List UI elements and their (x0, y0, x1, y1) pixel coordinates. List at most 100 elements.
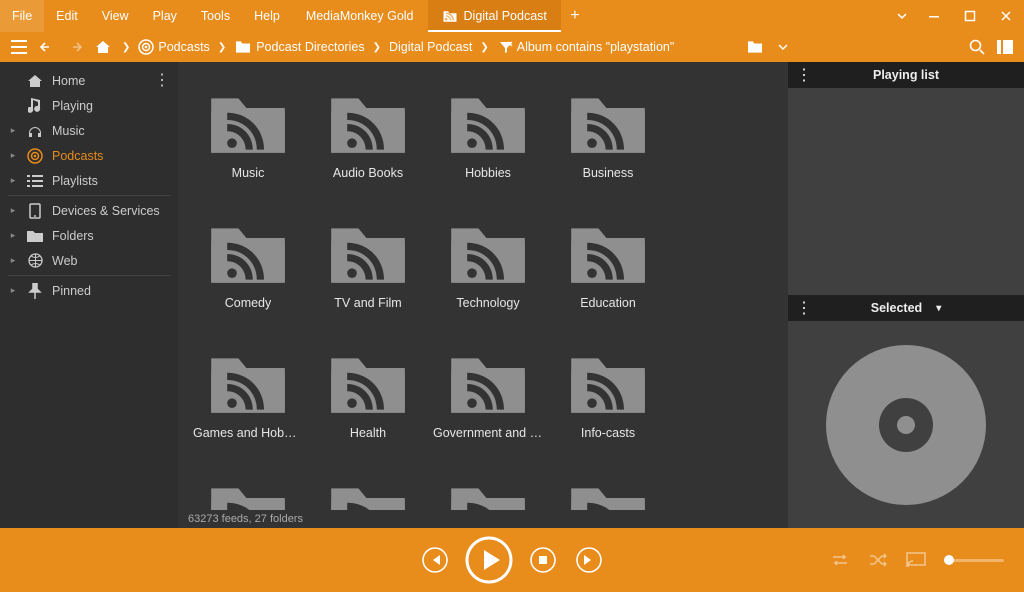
folder-nav-icon[interactable] (744, 36, 766, 58)
category-label: Games and Hobbies (193, 426, 303, 440)
home-icon[interactable] (92, 36, 114, 58)
right-panel: ⋮ Playing list ⋮ Selected ▾ (788, 62, 1024, 528)
category-erotica[interactable]: Erotica (428, 468, 548, 510)
maximize-button[interactable] (952, 0, 988, 32)
folder-rss-icon (568, 482, 648, 510)
player-bar (0, 528, 1024, 592)
sidebar-item-label: Web (52, 254, 77, 268)
menu-view[interactable]: View (90, 0, 141, 32)
breadcrumb-directories[interactable]: Podcast Directories (234, 40, 364, 54)
toolbar: ❯ Podcasts ❯ Podcast Directories ❯ Digit… (0, 32, 1024, 62)
play-button[interactable] (464, 535, 514, 585)
next-track-button[interactable] (572, 543, 606, 577)
category-tv-and-film[interactable]: TV and Film (308, 208, 428, 338)
category-health[interactable]: Health (308, 338, 428, 468)
folder-rss-icon (448, 482, 528, 510)
sidebar-item-pinned[interactable]: ▸Pinned (0, 278, 178, 303)
cast-icon[interactable] (906, 552, 926, 568)
sidebar-item-music[interactable]: ▸ Music (0, 118, 178, 143)
playing-list-header[interactable]: ⋮ Playing list (788, 62, 1024, 88)
category-comedy[interactable]: Comedy (188, 208, 308, 338)
category-religion-and-spirituality[interactable]: Religion and Spirituality (308, 468, 428, 510)
folder-icon (26, 230, 44, 242)
sidebar-item-podcasts[interactable]: ▸ Podcasts (0, 143, 178, 168)
category-audio-books[interactable]: Audio Books (308, 78, 428, 208)
folder-rss-icon (448, 222, 528, 286)
selected-header[interactable]: ⋮ Selected ▾ (788, 295, 1024, 321)
panel-menu-icon[interactable]: ⋮ (796, 298, 812, 318)
sidebar-item-folders[interactable]: ▸Folders (0, 223, 178, 248)
category-item-[interactable] (548, 468, 668, 510)
sidebar-item-label: Podcasts (52, 149, 103, 163)
folder-rss-icon (568, 352, 648, 416)
expand-icon: ▸ (8, 125, 18, 136)
folder-rss-icon (448, 92, 528, 156)
category-business[interactable]: Business (548, 78, 668, 208)
note-icon (26, 98, 44, 114)
sidebar-item-web[interactable]: ▸ Web (0, 248, 178, 273)
category-hobbies[interactable]: Hobbies (428, 78, 548, 208)
sidebar-menu-icon[interactable]: ⋮ (154, 70, 170, 90)
expand-icon: ▸ (8, 150, 18, 161)
category-games-and-hobbies[interactable]: Games and Hobbies (188, 338, 308, 468)
folder-rss-icon (208, 92, 288, 156)
category-label: Health (350, 426, 386, 440)
category-radio[interactable]: Radio (188, 468, 308, 510)
category-label: Hobbies (465, 166, 511, 180)
redo-icon[interactable] (64, 36, 86, 58)
new-tab-button[interactable]: + (561, 7, 589, 25)
folder-rss-icon (328, 482, 408, 510)
folder-rss-icon (208, 352, 288, 416)
minimize-button[interactable] (916, 0, 952, 32)
menu-play[interactable]: Play (141, 0, 189, 32)
repeat-icon[interactable] (830, 552, 850, 568)
layout-toggle-icon[interactable] (994, 36, 1016, 58)
category-government-and-organizations[interactable]: Government and Organizations (428, 338, 548, 468)
menu-help[interactable]: Help (242, 0, 292, 32)
shuffle-icon[interactable] (868, 552, 888, 568)
tab-overflow-icon[interactable] (888, 10, 916, 22)
panel-menu-icon[interactable]: ⋮ (796, 65, 812, 85)
search-icon[interactable] (966, 36, 988, 58)
status-bar: 63273 feeds, 27 folders (178, 510, 788, 528)
chevron-right-icon: ❯ (478, 42, 490, 53)
category-education[interactable]: Education (548, 208, 668, 338)
disc-icon (826, 345, 986, 505)
sidebar-item-devices-services[interactable]: ▸Devices & Services (0, 198, 178, 223)
category-technology[interactable]: Technology (428, 208, 548, 338)
sidebar-item-label: Music (52, 124, 85, 138)
hamburger-icon[interactable] (8, 36, 30, 58)
chevron-down-icon[interactable] (772, 36, 794, 58)
folder-icon (234, 40, 252, 54)
volume-slider[interactable] (944, 559, 1004, 562)
folder-rss-icon (328, 222, 408, 286)
list-icon (26, 175, 44, 187)
breadcrumb-label: Podcasts (158, 40, 209, 54)
prev-track-button[interactable] (418, 543, 452, 577)
panel-title: Selected (871, 301, 922, 315)
breadcrumb-podcasts[interactable]: Podcasts (138, 39, 209, 55)
filter-chip[interactable]: Album contains "playstation" (499, 40, 675, 54)
folder-rss-icon (448, 352, 528, 416)
menu-tools[interactable]: Tools (189, 0, 242, 32)
category-info-casts[interactable]: Info-casts (548, 338, 668, 468)
category-label: Technology (456, 296, 519, 310)
undo-icon[interactable] (36, 36, 58, 58)
breadcrumb-digital[interactable]: Digital Podcast (389, 40, 472, 54)
sidebar-item-playing[interactable]: Playing (0, 93, 178, 118)
chevron-right-icon: ❯ (120, 42, 132, 53)
menu-edit[interactable]: Edit (44, 0, 90, 32)
filter-label: Album contains "playstation" (517, 40, 675, 54)
folder-rss-icon (208, 482, 288, 510)
expand-icon: ▸ (8, 255, 18, 266)
menu-file[interactable]: File (0, 0, 44, 32)
sidebar-item-home[interactable]: Home (0, 68, 178, 93)
category-music[interactable]: Music (188, 78, 308, 208)
podcast-icon (138, 39, 154, 55)
tab-digital-podcast[interactable]: Digital Podcast (428, 0, 561, 32)
stop-button[interactable] (526, 543, 560, 577)
sidebar-item-playlists[interactable]: ▸Playlists (0, 168, 178, 193)
close-button[interactable] (988, 0, 1024, 32)
expand-icon: ▸ (8, 205, 18, 216)
headphones-icon (26, 124, 44, 138)
